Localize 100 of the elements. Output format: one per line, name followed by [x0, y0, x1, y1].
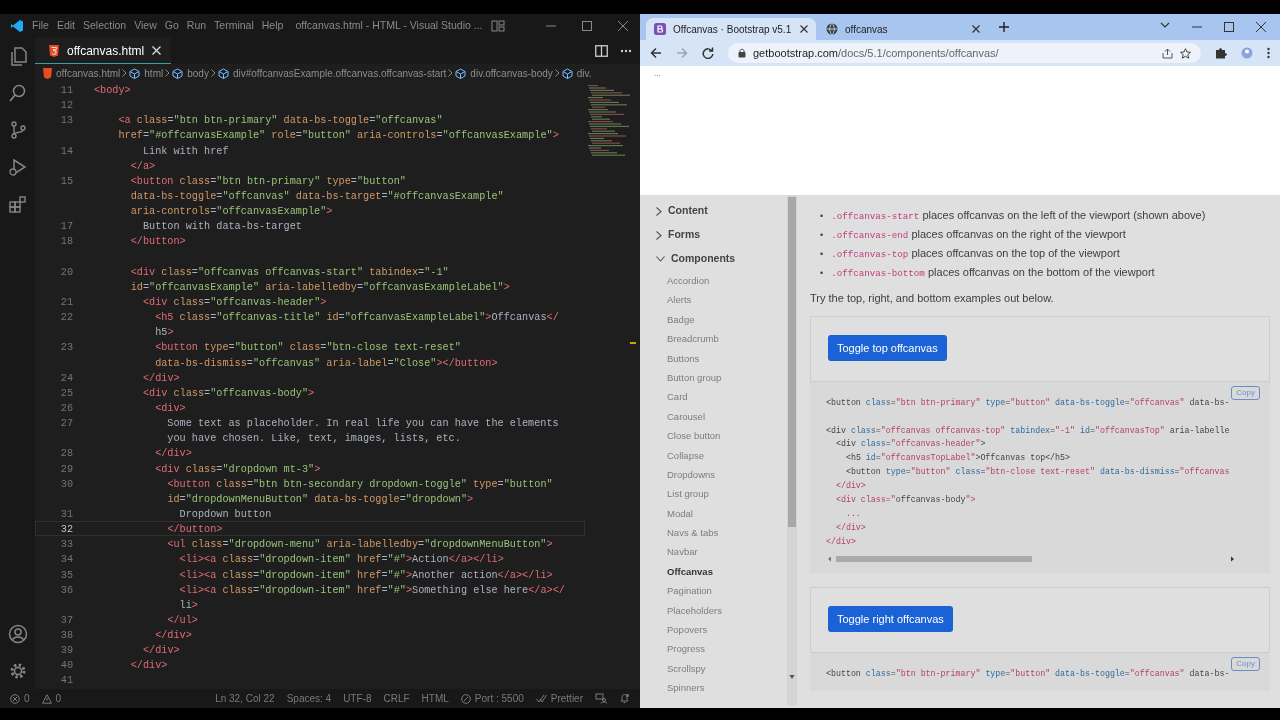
sidebar-section[interactable]: Forms — [640, 223, 787, 247]
sidebar-item[interactable]: Badge — [640, 309, 787, 330]
copy-button[interactable]: Copy — [1231, 656, 1260, 671]
browser-tab[interactable]: offcanvas — [818, 18, 988, 40]
sidebar-section[interactable]: Content — [640, 199, 787, 223]
browser-tab[interactable]: Offcanvas · Bootstrap v5.1 — [646, 18, 816, 40]
search-icon[interactable] — [7, 83, 28, 103]
status-item[interactable]: Port : 5500 — [460, 691, 524, 706]
menu-item[interactable]: Run — [186, 18, 207, 34]
sidebar-item[interactable]: Buttons — [640, 348, 787, 368]
status-item[interactable]: CRLF — [383, 691, 410, 706]
path-segment[interactable]: div. — [561, 65, 592, 81]
menu-item[interactable]: Terminal — [214, 18, 254, 34]
code-line: data-bs-toggle="offcanvas" data-bs-target="#offcanvasExample" — [129, 190, 504, 203]
toggle-button[interactable]: Toggle right offcanvas — [828, 605, 953, 633]
sidebar-item[interactable]: Navs & tabs — [640, 523, 787, 543]
problems-count[interactable]: 0 — [41, 691, 62, 706]
status-item[interactable]: Prettier — [535, 691, 583, 706]
maximize-icon[interactable] — [1224, 22, 1234, 32]
back-icon[interactable] — [650, 47, 662, 59]
menu-item[interactable]: Go — [164, 18, 179, 34]
code-line: Link with href — [141, 144, 229, 157]
line-number: 29 — [59, 462, 74, 475]
bell-icon[interactable] — [619, 693, 630, 704]
sidebar-item[interactable]: Modal — [640, 503, 787, 524]
split-editor-icon[interactable] — [595, 45, 608, 57]
code-line: <li><a class="dropdown-item" href="#">Action</a></li> — [178, 553, 504, 566]
sidebar-item[interactable]: Spinners — [640, 678, 787, 698]
sidebar-item[interactable]: Placeholders — [640, 600, 787, 621]
toggle-button[interactable]: Toggle top offcanvas — [828, 334, 947, 362]
run-debug-icon[interactable] — [7, 157, 28, 177]
new-tab-icon[interactable] — [998, 21, 1010, 33]
more-icon[interactable] — [1267, 47, 1270, 59]
sidebar-item[interactable]: Alerts — [640, 290, 787, 310]
sidebar-item[interactable]: Breadcrumb — [640, 329, 787, 349]
line-number: 37 — [59, 613, 74, 627]
reload-icon[interactable] — [702, 47, 714, 59]
menu-item[interactable]: View — [134, 18, 157, 34]
element-cube-icon — [172, 67, 184, 79]
warning-icon — [41, 693, 52, 704]
sidebar-item[interactable]: Offcanvas — [640, 561, 787, 582]
sidebar-item[interactable]: Button group — [640, 367, 787, 388]
sidebar-item[interactable]: Close button — [640, 426, 787, 446]
account-icon[interactable] — [7, 624, 28, 644]
sidebar-item[interactable]: Pagination — [640, 581, 787, 601]
path-segment[interactable]: body — [172, 65, 209, 81]
extensions-icon[interactable] — [7, 194, 28, 214]
sidebar-section[interactable]: Components — [640, 247, 787, 271]
layout-icon[interactable] — [490, 20, 505, 32]
sidebar-item[interactable]: Progress — [640, 639, 787, 659]
code-line: Dropdown button — [178, 507, 272, 521]
sidebar-item[interactable]: Card — [640, 387, 787, 407]
tab-search-icon[interactable] — [1160, 22, 1170, 28]
status-item[interactable]: Ln 32, Col 22 — [215, 691, 275, 706]
feedback-icon[interactable] — [595, 693, 607, 704]
backdrop[interactable] — [640, 195, 1280, 708]
line-number: 23 — [59, 341, 74, 354]
broadcast-icon — [460, 693, 471, 704]
address-bar[interactable]: getbootstrap.com/docs/5.1/components/offcanvas/ — [728, 43, 1201, 63]
close-icon[interactable] — [618, 21, 628, 31]
extensions-puzzle-icon[interactable] — [1215, 47, 1227, 59]
close-icon[interactable] — [972, 25, 980, 33]
line-number: 18 — [59, 235, 74, 248]
sidebar-item[interactable]: Collapse — [640, 445, 787, 465]
close-icon[interactable] — [800, 25, 808, 33]
menu-item[interactable]: Help — [261, 18, 284, 34]
more-icon[interactable] — [620, 49, 632, 53]
path-segment[interactable]: div.offcanvas-body — [455, 65, 553, 81]
maximize-icon[interactable] — [582, 21, 592, 31]
menu-item[interactable]: Selection — [83, 18, 127, 34]
paragraph: Try the top, right, and bottom examples out below. — [810, 291, 1055, 307]
problems-count[interactable]: 0 — [10, 691, 30, 706]
bookmark-star-icon[interactable] — [1180, 47, 1191, 59]
menu-item[interactable]: Edit — [56, 18, 75, 34]
sidebar-item[interactable]: List group — [640, 484, 787, 504]
code-line: id="dropdownMenuButton" data-bs-toggle="dropdown"> — [166, 492, 474, 505]
line-number: 34 — [59, 553, 74, 566]
editor-tab[interactable]: offcanvas.html — [35, 38, 172, 64]
code-line: <button class="btn btn-primary" type="button" — [129, 174, 406, 187]
status-item[interactable]: HTML — [421, 691, 449, 706]
sidebar-item[interactable]: Scrollspy — [640, 658, 787, 679]
code-line: <li><a class="dropdown-item" href="#">Something else here</a></ — [178, 583, 565, 596]
path-segment[interactable]: html — [129, 65, 164, 81]
sidebar-item[interactable]: Accordion — [640, 271, 787, 291]
sidebar-item[interactable]: Navbar — [640, 542, 787, 562]
line-number: 17 — [59, 220, 74, 233]
sidebar-item[interactable]: Popovers — [640, 620, 787, 640]
status-item[interactable]: UTF-8 — [343, 691, 372, 706]
sidebar-item[interactable]: Dropdowns — [640, 464, 787, 485]
menu-item[interactable]: File — [32, 18, 49, 34]
sidebar-item[interactable]: Carousel — [640, 406, 787, 427]
html5-icon — [43, 67, 52, 79]
path-segment[interactable]: offcanvas.html — [43, 65, 121, 81]
code-line: id="offcanvasExample" aria-labelledby="offcanvasExampleLabel"> — [129, 280, 510, 293]
close-icon[interactable] — [1256, 22, 1266, 32]
share-icon[interactable] — [1162, 47, 1173, 59]
status-item[interactable]: Spaces: 4 — [286, 691, 332, 706]
horizontal-scrollbar[interactable] — [826, 554, 1236, 563]
path-segment[interactable]: div#offcanvasExample.offcanvas.offcanvas-start — [217, 65, 447, 81]
copy-button[interactable]: Copy — [1231, 385, 1260, 400]
